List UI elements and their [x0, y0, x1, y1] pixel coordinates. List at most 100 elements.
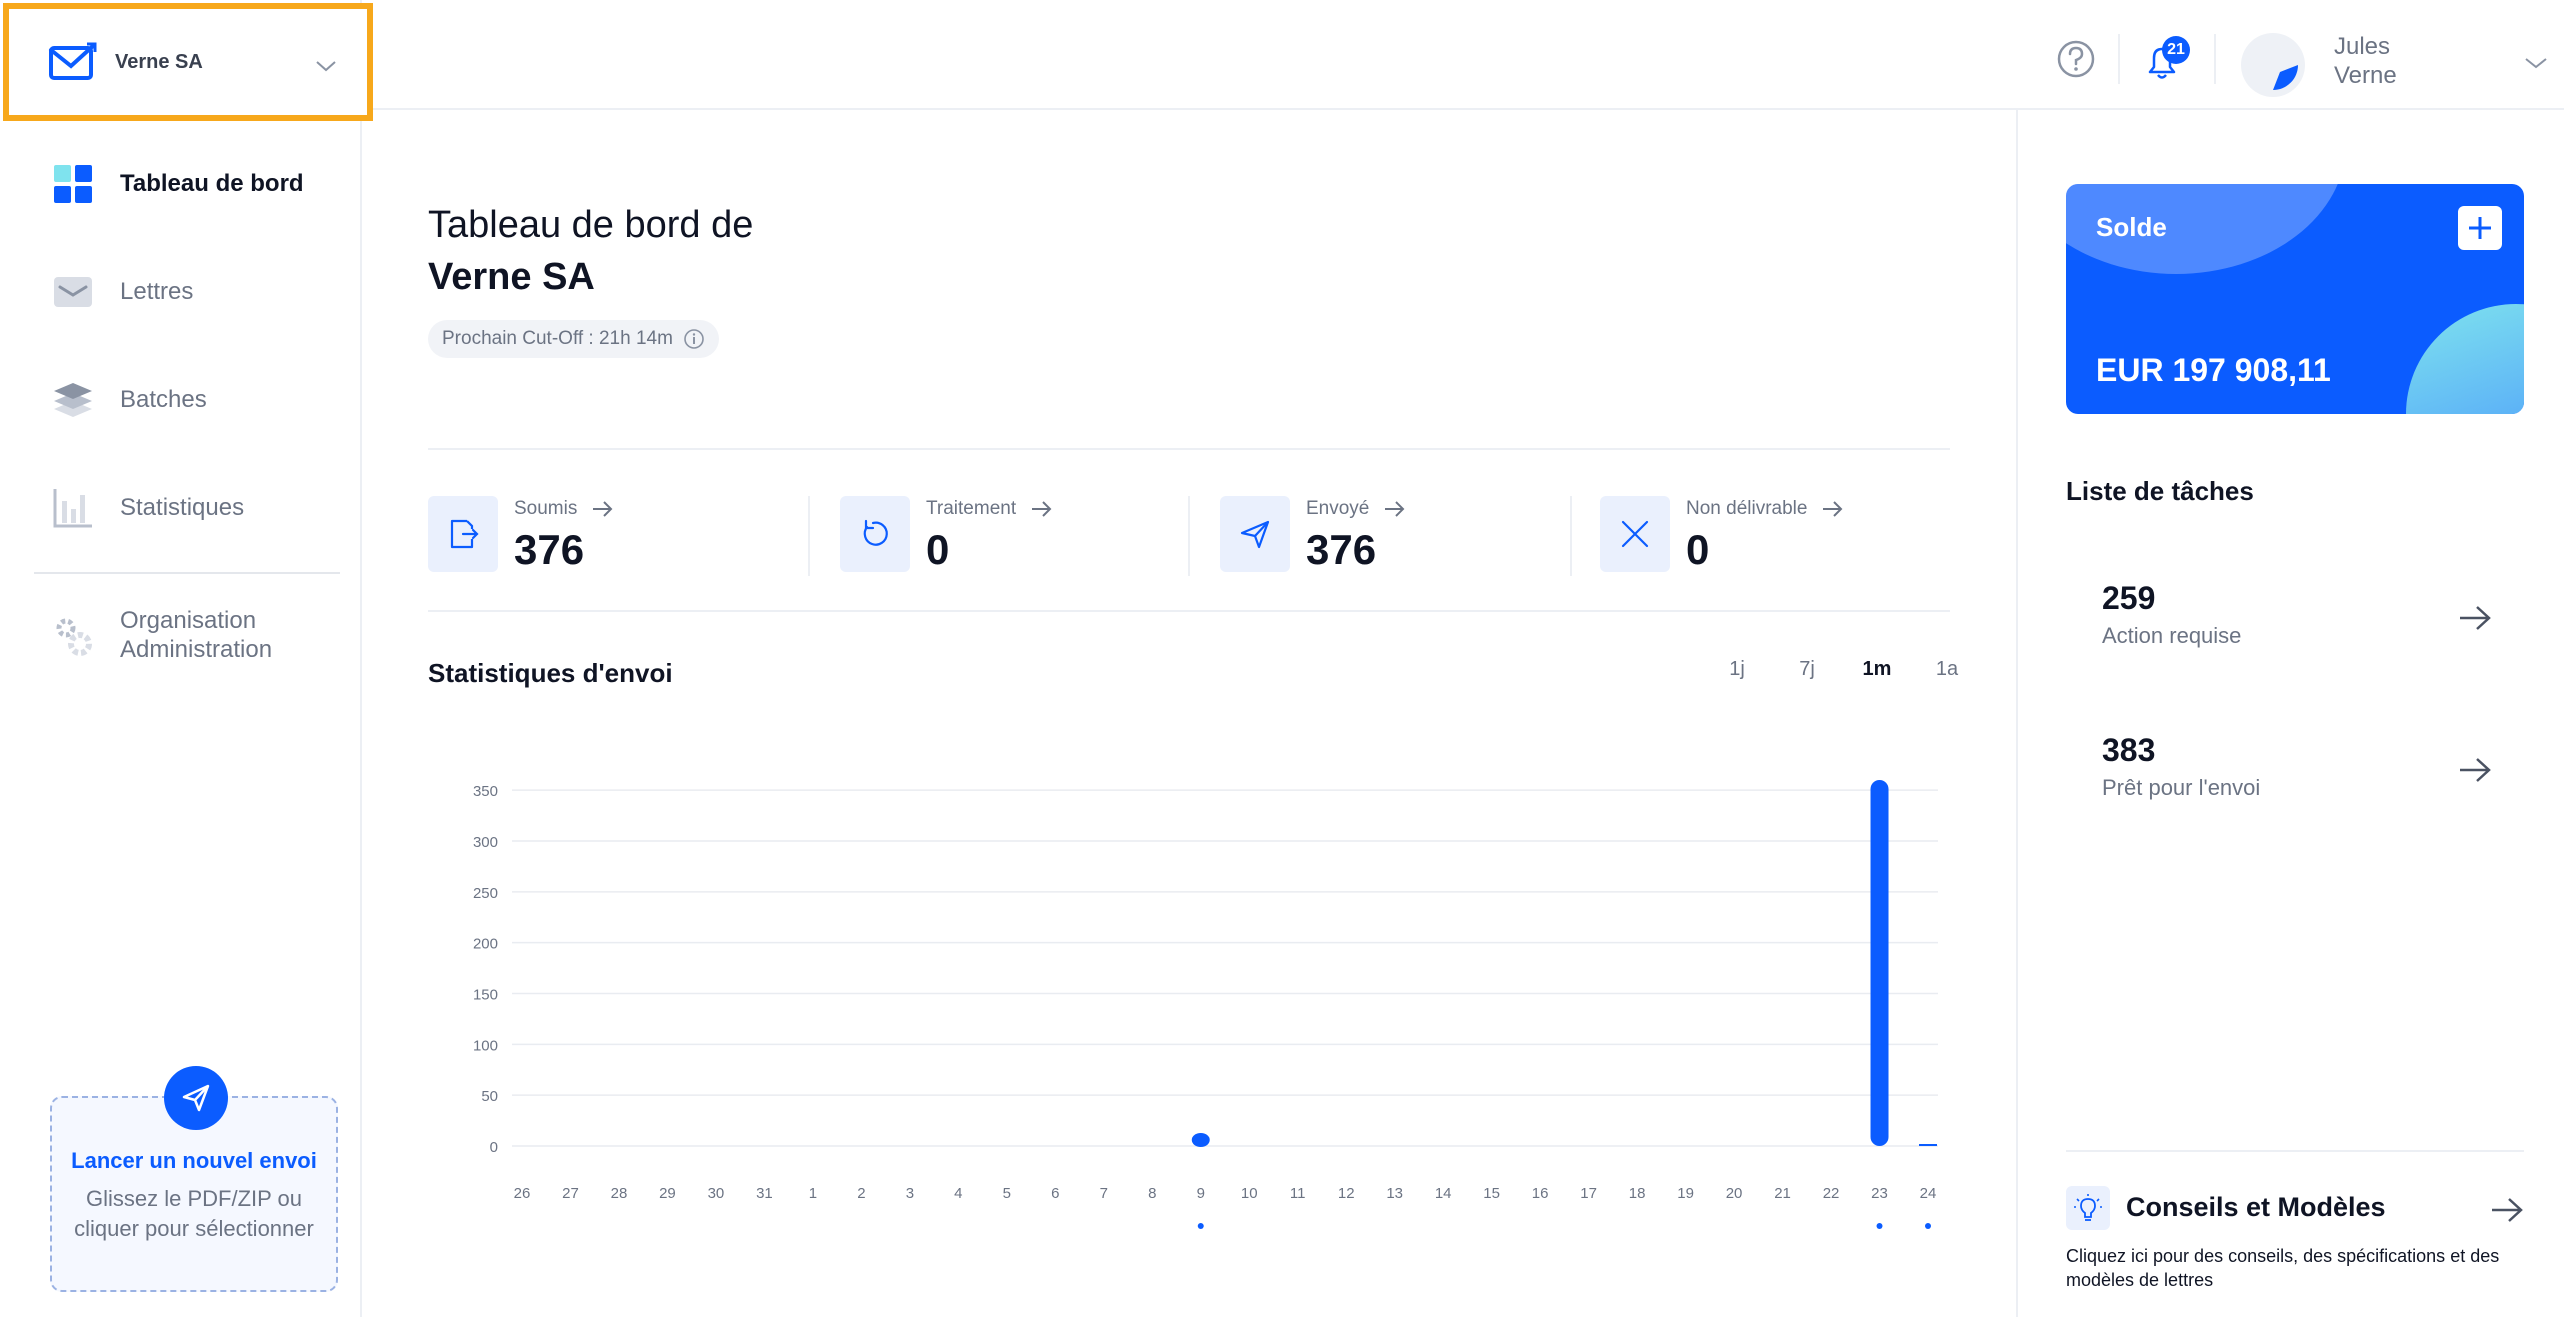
cutoff-text: Prochain Cut-Off : 21h 14m [442, 328, 673, 349]
chart-x-tick-label: 2 [857, 1185, 865, 1202]
dashboard-icon [54, 165, 92, 203]
arrow-right-icon[interactable] [2490, 1196, 2524, 1224]
stat-link[interactable]: Envoyé [1306, 496, 1407, 522]
stat-link[interactable]: Non délivrable [1686, 496, 1845, 522]
stat-processing-button[interactable] [840, 496, 910, 572]
sidebar-item-label: Tableau de bord [120, 170, 304, 197]
stat-value: 376 [1306, 526, 1377, 573]
chart-bar [1191, 1133, 1210, 1147]
task-ready-to-send[interactable]: 383 Prêt pour l'envoi [2066, 710, 2524, 830]
task-label: Prêt pour l'envoi [2102, 775, 2261, 800]
send-upload-button[interactable] [164, 1066, 228, 1130]
sidebar-item-label: Batches [120, 386, 207, 413]
user-name[interactable]: Jules Verne [2334, 32, 2397, 90]
help-icon[interactable] [2056, 39, 2096, 79]
chart-y-tick-label: 100 [473, 1037, 498, 1054]
org-admin-line2: Administration [120, 636, 273, 663]
cutoff-badge: Prochain Cut-Off : 21h 14m [428, 320, 719, 358]
stat-divider [1188, 496, 1190, 576]
chart-marker-dot [1925, 1223, 1931, 1229]
right-panel: Solde EUR 197 908,11 Liste de tâches 259… [2016, 110, 2564, 1317]
chart-x-tick-label: 15 [1483, 1185, 1500, 1202]
org-switcher[interactable]: Verne SA [3, 3, 373, 121]
plus-icon [2469, 217, 2491, 239]
chart-x-tick-label: 28 [611, 1185, 628, 1202]
tips-title: Conseils et Modèles [2126, 1192, 2386, 1222]
stat-value: 0 [926, 526, 950, 573]
info-icon[interactable] [683, 328, 705, 350]
chart-x-tick-label: 18 [1629, 1185, 1646, 1202]
stat-value: 0 [1686, 526, 1710, 573]
add-funds-button[interactable] [2458, 206, 2502, 250]
chart-x-tick-label: 3 [906, 1185, 914, 1202]
header-divider [2214, 34, 2216, 84]
user-last-name: Verne [2334, 62, 2397, 89]
x-icon [1621, 520, 1649, 548]
chart-x-tick-label: 8 [1148, 1185, 1156, 1202]
arrow-right-icon [2460, 758, 2491, 782]
chart-x-tick-label: 12 [1338, 1185, 1355, 1202]
upload-hint: Glissez le PDF/ZIP ou cliquer pour sélec… [74, 1186, 314, 1241]
sidebar-item-org-admin[interactable]: Organisation Administration [0, 595, 360, 675]
stat-divider [808, 496, 810, 576]
envelope-icon [54, 277, 92, 307]
stat-link[interactable]: Soumis [514, 496, 615, 522]
arrow-right-icon [2460, 606, 2491, 630]
chart-marker-dot [1197, 1223, 1204, 1229]
balance-label: Solde [2096, 212, 2167, 242]
avatar[interactable] [2240, 32, 2306, 98]
upload-dropzone[interactable]: Lancer un nouvel envoi Glissez le PDF/ZI… [50, 1066, 338, 1292]
main-content: Tableau de bord de Verne SA Prochain Cut… [362, 110, 2016, 1317]
stat-sent-button[interactable] [1220, 496, 1290, 572]
chart-marker-dot [1876, 1223, 1883, 1229]
stat-label: Soumis [514, 498, 578, 519]
chart-y-tick-label: 200 [473, 936, 498, 953]
user-first-name: Jules [2334, 33, 2391, 60]
page-title: Tableau de bord de [428, 204, 754, 246]
chart-x-tick-label: 26 [514, 1185, 531, 1202]
chart-x-tick-label: 4 [954, 1185, 962, 1202]
chart-x-tick-label: 13 [1386, 1185, 1403, 1202]
stat-undeliverable-button[interactable] [1600, 496, 1670, 572]
range-tab-1m[interactable]: 1m [1842, 658, 1912, 681]
chevron-down-icon[interactable] [2524, 56, 2548, 70]
chart-x-tick-label: 14 [1435, 1185, 1452, 1202]
paper-plane-icon [182, 1084, 210, 1112]
chart-x-tick-label: 31 [756, 1185, 773, 1202]
stat-processing: Traitement 0 [840, 496, 1054, 576]
top-header: 21 Jules Verne [362, 0, 2564, 110]
balance-decoration [2406, 304, 2524, 414]
chart-y-tick-label: 50 [481, 1088, 498, 1105]
chevron-down-icon [316, 61, 336, 72]
chart-x-tick-label: 29 [659, 1185, 676, 1202]
chart-y-tick-label: 300 [473, 834, 498, 851]
arrow-right-icon [1032, 501, 1052, 517]
stat-label: Non délivrable [1686, 498, 1808, 519]
divider [2066, 1150, 2524, 1152]
task-action-required[interactable]: 259 Action requise [2066, 558, 2524, 678]
chart-x-tick-label: 5 [1003, 1185, 1011, 1202]
sidebar-item-statistics[interactable]: Statistiques [0, 454, 360, 562]
send-stats-chart: 05010015020025030035026 27 28 29 30 31 1 2 3 4 5 6 7… [473, 780, 1938, 1229]
refresh-icon [863, 519, 888, 546]
range-tabs: 1j 7j 1m 1a [1702, 658, 1982, 681]
chart-x-tick-label: 20 [1726, 1185, 1743, 1202]
range-tab-7d[interactable]: 7j [1772, 658, 1842, 681]
sidebar-item-batches[interactable]: Batches [0, 346, 360, 454]
chart-x-tick-label: 21 [1774, 1185, 1791, 1202]
stat-link[interactable]: Traitement [926, 496, 1054, 522]
sidebar-item-letters[interactable]: Lettres [0, 238, 360, 346]
document-export-icon [450, 519, 479, 549]
sidebar-item-dashboard[interactable]: Tableau de bord [0, 130, 360, 238]
sidebar-item-label: Statistiques [120, 494, 245, 521]
tasks-title: Liste de tâches [2066, 476, 2254, 506]
chart-x-tick-label: 9 [1197, 1185, 1205, 1202]
org-name: Verne SA [115, 50, 203, 73]
stat-submitted-button[interactable] [428, 496, 498, 572]
stat-submitted: Soumis 376 [428, 496, 615, 576]
stat-sent: Envoyé 376 [1220, 496, 1407, 576]
range-tab-1d[interactable]: 1j [1702, 658, 1772, 681]
range-tab-1y[interactable]: 1a [1912, 658, 1982, 681]
chart-y-tick-label: 350 [473, 783, 498, 800]
chart-y-tick-label: 150 [473, 987, 498, 1004]
